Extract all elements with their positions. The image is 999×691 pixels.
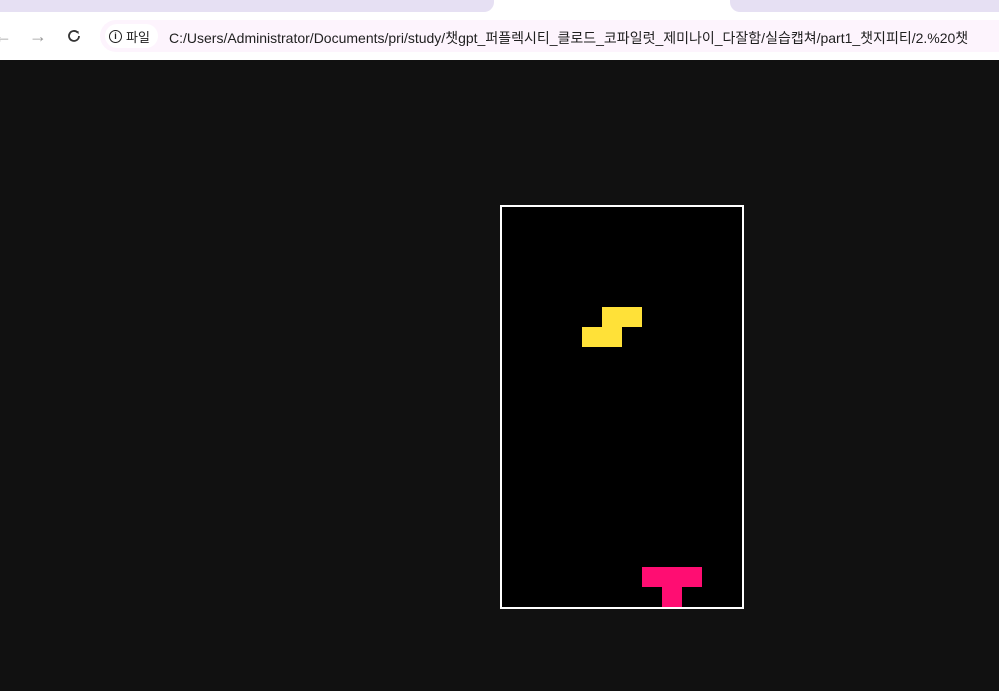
- piece-block: [642, 567, 662, 587]
- tab-active[interactable]: [0, 0, 494, 12]
- forward-button[interactable]: →: [23, 21, 53, 51]
- security-label: 파일: [126, 29, 150, 45]
- address-bar[interactable]: i 파일 C:/Users/Administrator/Documents/pr…: [100, 20, 999, 52]
- piece-block: [582, 327, 602, 347]
- piece-block: [602, 307, 622, 327]
- browser-chrome: ← → i 파일 C:/Users/Administrator/Document…: [0, 0, 999, 60]
- reload-icon: [68, 30, 80, 42]
- piece-block: [682, 567, 702, 587]
- arrow-right-icon: →: [29, 25, 47, 46]
- piece-block: [662, 567, 682, 587]
- security-chip[interactable]: i 파일: [105, 24, 158, 48]
- piece-block: [662, 587, 682, 607]
- browser-toolbar: ← → i 파일 C:/Users/Administrator/Document…: [0, 13, 999, 59]
- tetris-board[interactable]: [500, 205, 744, 609]
- reload-button[interactable]: [59, 21, 89, 51]
- piece-block: [622, 307, 642, 327]
- tab-strip: [0, 0, 999, 13]
- url-text[interactable]: C:/Users/Administrator/Documents/pri/stu…: [169, 28, 968, 48]
- info-icon: i: [109, 29, 122, 43]
- arrow-left-icon: ←: [0, 25, 12, 46]
- back-button[interactable]: ←: [0, 21, 18, 51]
- tab-inactive[interactable]: [730, 0, 999, 12]
- piece-block: [602, 327, 622, 347]
- game-area: [0, 60, 999, 691]
